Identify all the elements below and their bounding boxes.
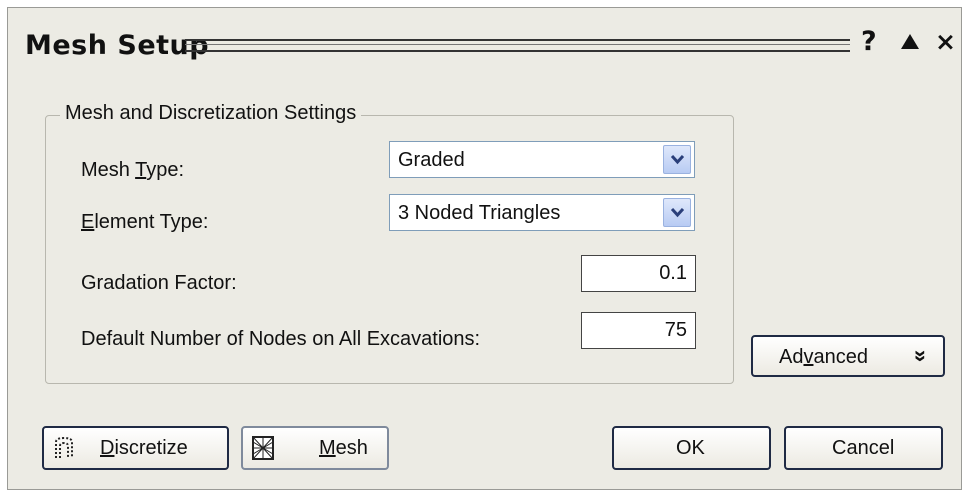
group-legend: Mesh and Discretization Settings <box>60 102 362 125</box>
ok-button[interactable]: OK <box>612 426 771 470</box>
element-type-select[interactable]: 3 Noded Triangles <box>389 194 695 231</box>
expand-chevron-icon: » <box>909 349 935 363</box>
cancel-label: Cancel <box>832 437 895 459</box>
advanced-button[interactable]: Advanced » <box>751 335 945 377</box>
discretize-icon <box>53 436 75 466</box>
advanced-label: Advanced <box>779 346 868 368</box>
element-type-value: 3 Noded Triangles <box>398 202 561 224</box>
default-nodes-label: Default Number of Nodes on All Excavatio… <box>81 328 481 350</box>
mesh-icon <box>252 436 274 466</box>
dialog-title: Mesh Setup <box>25 30 210 61</box>
cancel-button[interactable]: Cancel <box>784 426 943 470</box>
title-grip-rule <box>185 39 850 52</box>
mesh-type-label: Mesh Type: <box>81 159 185 181</box>
close-button[interactable]: × <box>935 26 956 58</box>
default-nodes-input[interactable]: 75 <box>581 312 696 349</box>
mesh-type-select[interactable]: Graded <box>389 141 695 178</box>
help-button[interactable]: ? <box>861 26 877 58</box>
element-type-label: Element Type: <box>81 211 209 233</box>
mesh-setup-dialog: Mesh Setup ? × Mesh and Discretization S… <box>7 7 962 490</box>
discretize-button[interactable]: Discretize <box>42 426 229 470</box>
collapse-icon[interactable] <box>901 34 919 49</box>
gradation-factor-input[interactable]: 0.1 <box>581 255 696 292</box>
discretize-label: Discretize <box>100 437 188 459</box>
chevron-down-icon[interactable] <box>663 145 691 174</box>
title-bar[interactable]: Mesh Setup ? × <box>8 8 961 72</box>
gradation-factor-label: Gradation Factor: <box>81 272 237 294</box>
chevron-down-icon[interactable] <box>663 198 691 227</box>
mesh-type-value: Graded <box>398 149 465 171</box>
mesh-label: Mesh <box>319 437 368 459</box>
mesh-button[interactable]: Mesh <box>241 426 389 470</box>
ok-label: OK <box>676 437 705 459</box>
